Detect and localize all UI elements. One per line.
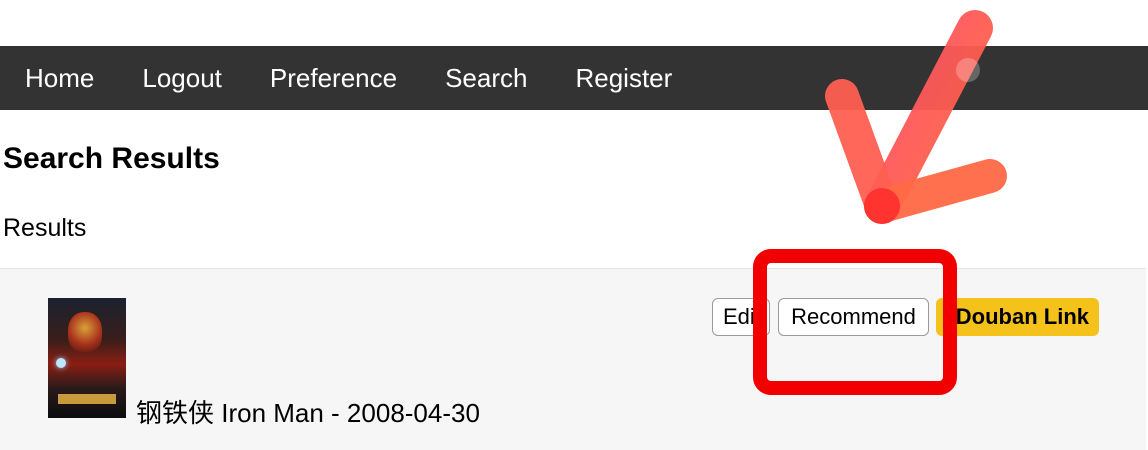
poster-arc-reactor-graphic [56,358,66,368]
results-label: Results [3,214,87,242]
recommend-button[interactable]: Recommend [778,298,929,336]
top-navbar: Home Logout Preference Search Register [0,46,1148,110]
nav-search-link[interactable]: Search [445,63,527,94]
nav-preference-link[interactable]: Preference [270,63,397,94]
nav-home-link[interactable]: Home [25,63,94,94]
movie-poster-image[interactable] [48,298,126,418]
page-title: Search Results [3,142,220,175]
edit-button[interactable]: Edit [712,298,770,336]
douban-link-button[interactable]: Douban Link [936,298,1099,336]
poster-logo-graphic [58,394,116,404]
poster-helmet-graphic [68,312,102,352]
movie-title: 钢铁侠 Iron Man - 2008-04-30 [136,398,480,428]
nav-logout-link[interactable]: Logout [142,63,222,94]
result-card: 钢铁侠 Iron Man - 2008-04-30 Edit Recommend… [0,268,1146,450]
nav-register-link[interactable]: Register [575,63,672,94]
